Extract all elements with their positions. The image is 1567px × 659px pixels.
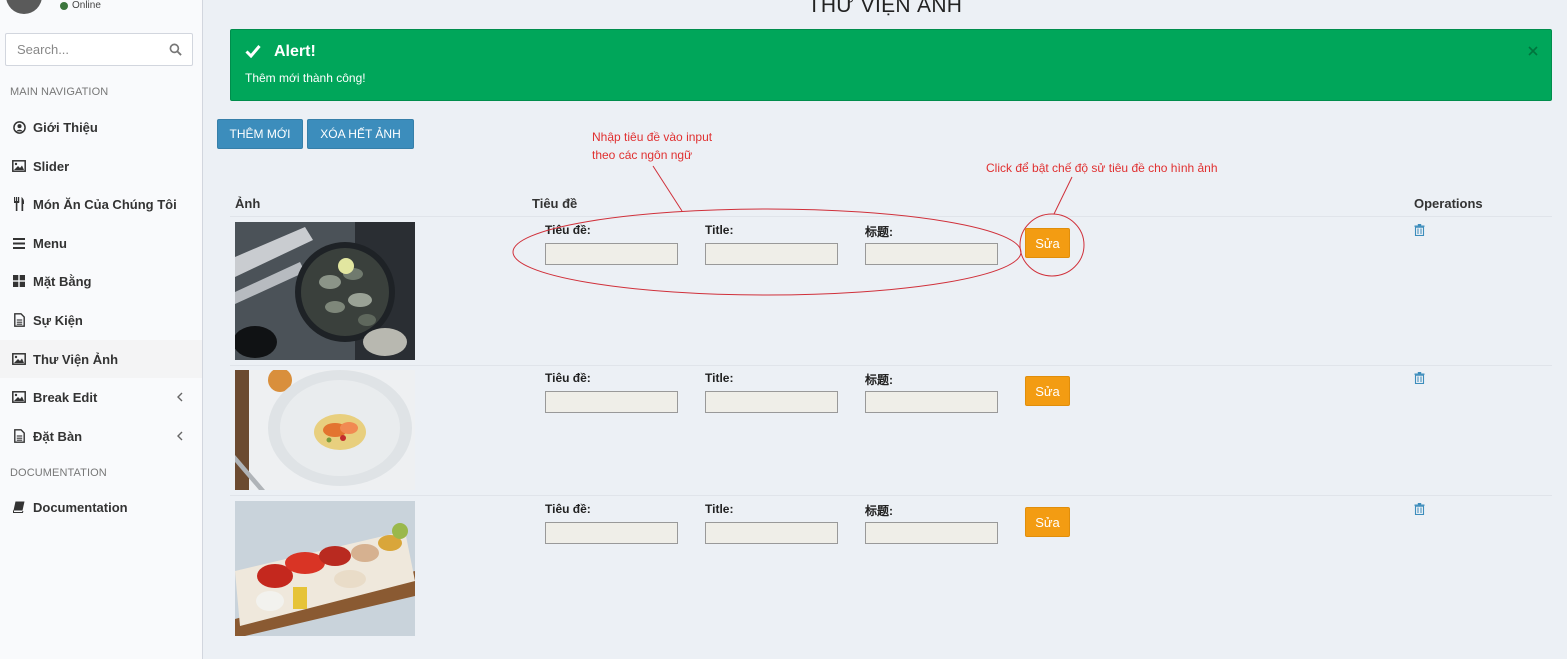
sidebar-item-label: Món Ăn Của Chúng Tôi xyxy=(33,196,177,212)
chevron-left-icon[interactable] xyxy=(174,429,186,443)
title-vi-label: Tiêu đề: xyxy=(545,502,591,516)
success-alert: Alert! Thêm mới thành công! xyxy=(230,29,1552,101)
title-zh-label: 标题: xyxy=(865,373,893,387)
title-zh-input[interactable] xyxy=(865,243,998,265)
main-navigation-header: MAIN NAVIGATION xyxy=(10,86,109,98)
alert-heading: Alert! xyxy=(245,43,316,61)
title-zh-label: 标题: xyxy=(865,504,893,518)
cutlery-icon xyxy=(12,197,26,211)
annotation-leader-edit xyxy=(1053,176,1073,215)
trash-icon[interactable] xyxy=(1414,503,1425,515)
gallery-image-2 xyxy=(235,370,415,490)
delete-all-images-button[interactable]: XÓA HẾT ẢNH xyxy=(307,119,414,149)
sidebar-item-label: Menu xyxy=(33,235,67,251)
sidebar-item-label: Đặt Bàn xyxy=(33,428,83,444)
alert-message: Thêm mới thành công! xyxy=(245,71,366,85)
sidebar-item-label: Mặt Bằng xyxy=(33,273,92,289)
sidebar-item-mon-an[interactable]: Món Ăn Của Chúng Tôi xyxy=(0,185,202,223)
chevron-left-icon[interactable] xyxy=(174,390,186,404)
sidebar-item-documentation[interactable]: Documentation xyxy=(0,488,202,526)
row-divider xyxy=(230,365,1552,366)
title-en-label: Title: xyxy=(705,502,734,516)
close-icon[interactable] xyxy=(1527,44,1539,58)
edit-button[interactable]: Sửa xyxy=(1025,507,1070,537)
column-header-title: Tiêu đề xyxy=(532,196,578,211)
gallery-image-1 xyxy=(235,222,415,360)
annotation-input-note: Nhập tiêu đề vào input theo các ngôn ngữ xyxy=(592,128,712,164)
title-en-input[interactable] xyxy=(705,522,838,544)
add-new-button[interactable]: THÊM MỚI xyxy=(217,119,303,149)
sidebar-item-slider[interactable]: Slider xyxy=(0,147,202,185)
sidebar-item-label: Slider xyxy=(33,158,70,174)
title-zh-input[interactable] xyxy=(865,391,998,413)
bars-icon xyxy=(12,236,26,250)
user-avatar[interactable] xyxy=(6,0,42,14)
image-icon xyxy=(12,159,26,173)
search-input[interactable] xyxy=(6,34,161,65)
sidebar-item-dat-ban[interactable]: Đặt Bàn xyxy=(0,417,202,455)
alert-title: Alert! xyxy=(274,43,316,60)
sidebar-item-thu-vien-anh[interactable]: Thư Viện Ảnh xyxy=(0,340,202,378)
title-zh-label: 标题: xyxy=(865,225,893,239)
annotation-input-note-line1: Nhập tiêu đề vào input xyxy=(592,130,713,144)
annotation-leader-inputs xyxy=(652,165,683,212)
image-icon xyxy=(12,390,26,404)
edit-button[interactable]: Sửa xyxy=(1025,376,1070,406)
column-header-image: Ảnh xyxy=(235,196,261,211)
page-title: THƯ VIỆN ẢNH xyxy=(807,0,963,17)
sidebar-item-label: Break Edit xyxy=(33,389,98,405)
user-circle-icon xyxy=(12,120,26,134)
title-en-input[interactable] xyxy=(705,243,838,265)
sidebar-item-su-kien[interactable]: Sự Kiện xyxy=(0,301,202,339)
sidebar-item-label: Documentation xyxy=(33,499,128,515)
title-vi-label: Tiêu đề: xyxy=(545,223,591,237)
file-icon xyxy=(12,313,26,327)
sidebar-item-mat-bang[interactable]: Mặt Bằng xyxy=(0,262,202,300)
sidebar-search xyxy=(5,33,193,66)
title-vi-input[interactable] xyxy=(545,243,678,265)
file-icon xyxy=(12,429,26,443)
trash-icon[interactable] xyxy=(1414,224,1425,236)
user-status: Online xyxy=(72,0,101,11)
search-icon xyxy=(169,43,182,56)
search-button[interactable] xyxy=(159,34,192,65)
title-en-input[interactable] xyxy=(705,391,838,413)
edit-button[interactable]: Sửa xyxy=(1025,228,1070,258)
title-en-label: Title: xyxy=(705,223,734,237)
title-zh-input[interactable] xyxy=(865,522,998,544)
sidebar: Online MAIN NAVIGATION Giới Thiệu Slider… xyxy=(0,0,203,659)
sidebar-item-label: Sự Kiện xyxy=(33,312,83,328)
column-header-operations: Operations xyxy=(1414,196,1483,211)
row-divider xyxy=(230,495,1552,496)
th-large-icon xyxy=(12,274,26,288)
sidebar-item-break-edit[interactable]: Break Edit xyxy=(0,378,202,416)
sidebar-item-menu[interactable]: Menu xyxy=(0,224,202,262)
image-icon xyxy=(12,352,26,366)
book-icon xyxy=(12,500,26,514)
annotation-input-note-line2: theo các ngôn ngữ xyxy=(592,148,693,162)
title-vi-input[interactable] xyxy=(545,522,678,544)
gallery-image-3 xyxy=(235,501,415,636)
sidebar-item-gioi-thieu[interactable]: Giới Thiệu xyxy=(0,108,202,146)
documentation-header: DOCUMENTATION xyxy=(10,467,107,479)
trash-icon[interactable] xyxy=(1414,372,1425,384)
annotation-edit-note: Click để bật chế độ sử tiêu đề cho hình … xyxy=(986,161,1218,175)
sidebar-item-label: Giới Thiệu xyxy=(33,119,98,135)
check-icon xyxy=(245,44,261,60)
user-panel: Online xyxy=(0,0,203,24)
sidebar-item-label: Thư Viện Ảnh xyxy=(33,351,119,367)
table-header-divider xyxy=(230,216,1552,217)
title-en-label: Title: xyxy=(705,371,734,385)
online-status-icon xyxy=(60,2,68,10)
title-vi-label: Tiêu đề: xyxy=(545,371,591,385)
title-vi-input[interactable] xyxy=(545,391,678,413)
